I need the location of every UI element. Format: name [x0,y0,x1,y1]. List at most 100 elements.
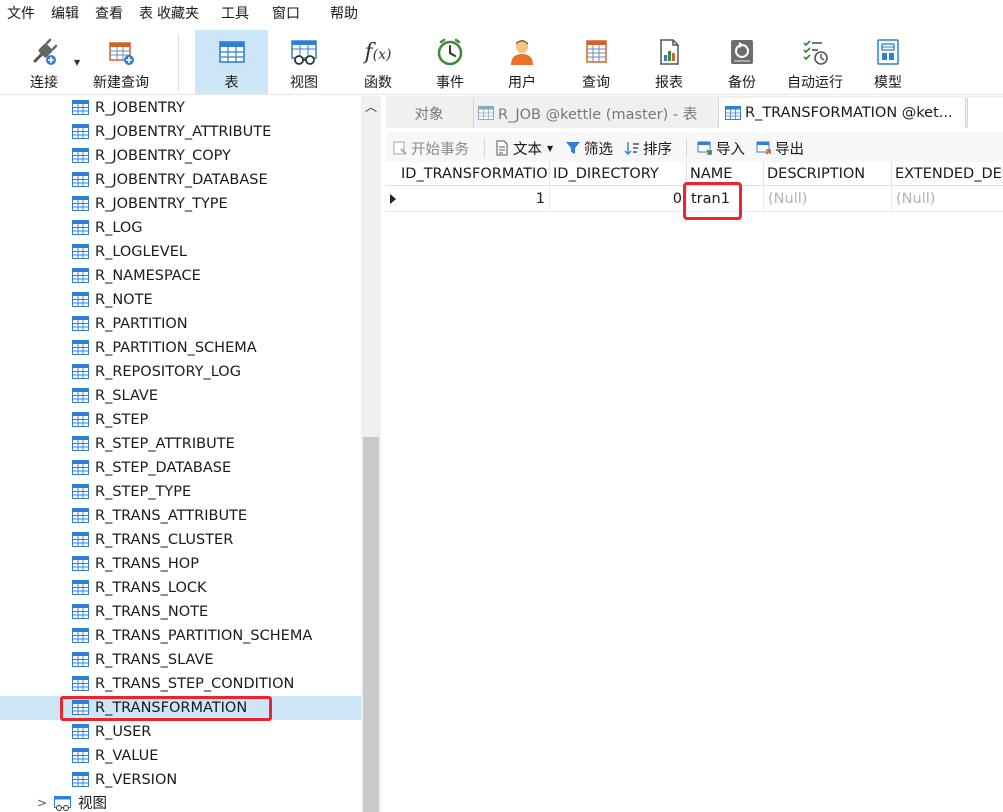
grid-cell[interactable]: 1 [398,186,550,212]
export-button[interactable]: 导出 [756,137,804,159]
chevron-down-icon[interactable]: ▼ [547,144,553,153]
menu-favorites[interactable]: 收藏夹 [155,0,213,28]
grid-cell[interactable]: (Null) [764,186,892,212]
event-button[interactable]: 事件 [422,30,478,94]
menu-window[interactable]: 窗口 [264,0,322,28]
tab-overflow[interactable] [967,98,1003,128]
object-tree[interactable]: R_JOBENTRY R_JOBENTRY_ATTRIBUTE R_JOBENTRY… [0,96,361,812]
tree-item-table[interactable]: R_PARTITION_SCHEMA [0,336,361,360]
report-button[interactable]: 报表 [641,30,697,94]
menu-tools[interactable]: 工具 [213,0,264,28]
tree-item-table[interactable]: R_VALUE [0,744,361,768]
connect-dropdown-icon[interactable]: ▼ [74,58,80,67]
chevron-right-icon[interactable]: > [37,796,47,810]
model-label: 模型 [874,75,902,91]
menu-table[interactable]: 表 [131,0,155,28]
data-grid[interactable]: ID_TRANSFORMATION ID_DIRECTORY NAME DESC… [386,162,1003,812]
document-icon [496,140,508,156]
column-header[interactable]: DESCRIPTION [764,162,892,186]
import-button[interactable]: 导入 [697,137,745,159]
menu-file[interactable]: 文件 [0,0,43,28]
user-icon [506,36,538,68]
tree-item-table[interactable]: R_SLAVE [0,384,361,408]
query-button[interactable]: 查询 [568,30,624,94]
connect-button[interactable]: 连接 [16,30,72,94]
column-header[interactable]: EXTENDED_DESCRIPTION [892,162,1003,186]
tree-item-label: R_TRANS_PARTITION_SCHEMA [95,628,313,644]
tree-item-table[interactable]: R_TRANS_SLAVE [0,648,361,672]
report-icon [653,36,685,68]
tree-item-table[interactable]: R_TRANS_LOCK [0,576,361,600]
new-query-button[interactable]: 新建查询 [88,30,154,94]
tab-bar: 对象 R_JOB @kettle (master) - 表 R_TRANSFOR… [386,96,1003,128]
tree-item-table[interactable]: R_TRANS_ATTRIBUTE [0,504,361,528]
text-button[interactable]: 文本 ▼ [494,137,553,159]
clock-icon [434,36,466,68]
filter-button[interactable]: 筛选 [565,137,613,159]
main-toolbar: 连接 ▼ 新建查询 表 视图 f(x) 函数 事件 用户 查询 报表 备份 自动… [0,28,1003,95]
tree-item-label: R_NOTE [95,292,153,308]
model-button[interactable]: 模型 [860,30,916,94]
tree-scrollbar[interactable]: ︿ [361,96,381,812]
tree-item-label: R_JOBENTRY_DATABASE [95,172,268,188]
tab-r-job[interactable]: R_JOB @kettle (master) - 表 [473,98,717,128]
toolbar-separator [178,34,179,90]
tree-item-table[interactable]: R_TRANS_STEP_CONDITION [0,672,361,696]
tree-item-table[interactable]: R_USER [0,720,361,744]
connect-label: 连接 [30,75,58,91]
function-button[interactable]: f(x) 函数 [350,30,406,94]
grid-cell[interactable]: 0 [550,186,687,212]
tree-item-table[interactable]: R_TRANS_CLUSTER [0,528,361,552]
table-icon [72,292,89,307]
grid-cell[interactable]: (Null) [892,186,1003,212]
column-header[interactable]: ID_TRANSFORMATION [398,162,550,186]
tree-item-table[interactable]: R_STEP [0,408,361,432]
sort-button[interactable]: 排序 [624,137,672,159]
tree-item-table[interactable]: R_JOBENTRY_ATTRIBUTE [0,120,361,144]
tree-item-table[interactable]: R_JOBENTRY_DATABASE [0,168,361,192]
scrollbar-thumb[interactable] [363,437,379,812]
tree-item-table[interactable]: R_TRANS_PARTITION_SCHEMA [0,624,361,648]
tree-item-table[interactable]: R_LOG [0,216,361,240]
separator [484,138,485,158]
table-icon [72,196,89,211]
tree-item-table[interactable]: R_STEP_TYPE [0,480,361,504]
tree-item-label: R_TRANS_SLAVE [95,652,214,668]
table-sub-toolbar: 开始事务 文本 ▼ 筛选 排序 导入 导出 [386,132,1003,162]
tree-item-table[interactable]: R_STEP_DATABASE [0,456,361,480]
tree-node-views[interactable]: > 视图 [0,792,361,812]
tree-item-table[interactable]: R_VERSION [0,768,361,792]
menu-view[interactable]: 查看 [87,0,131,28]
tree-item-label: R_TRANS_HOP [95,556,199,572]
user-button[interactable]: 用户 [494,30,550,94]
tab-r-transformation-label: R_TRANSFORMATION @ket... [745,105,953,121]
tree-item-label: R_JOBENTRY_ATTRIBUTE [95,124,272,140]
auto-run-button[interactable]: 自动运行 [780,30,850,94]
table-icon [72,580,89,595]
tree-item-table[interactable]: R_JOBENTRY_TYPE [0,192,361,216]
tree-item-table[interactable]: R_PARTITION [0,312,361,336]
export-label: 导出 [775,141,804,158]
tree-item-label: R_STEP [95,412,149,428]
tree-item-table[interactable]: R_TRANSFORMATION [0,696,361,721]
column-header[interactable]: ID_DIRECTORY [550,162,687,186]
tree-item-table[interactable]: R_LOGLEVEL [0,240,361,264]
tree-item-table[interactable]: R_REPOSITORY_LOG [0,360,361,384]
backup-button[interactable]: 备份 [714,30,770,94]
tree-item-table[interactable]: R_NOTE [0,288,361,312]
tree-item-table[interactable]: R_NAMESPACE [0,264,361,288]
table-button[interactable]: 表 [195,30,268,94]
scroll-up-icon[interactable]: ︿ [365,98,377,115]
tree-item-table[interactable]: R_STEP_ATTRIBUTE [0,432,361,456]
menu-edit[interactable]: 编辑 [43,0,87,28]
tree-item-table[interactable]: R_JOBENTRY_COPY [0,144,361,168]
tab-r-transformation[interactable]: R_TRANSFORMATION @ket... [718,98,966,128]
view-button[interactable]: 视图 [276,30,332,94]
tree-item-table[interactable]: R_TRANS_NOTE [0,600,361,624]
tab-objects[interactable]: 对象 [386,98,472,128]
table-row[interactable]: 1 0 tran1 (Null) (Null) [386,182,1003,220]
menu-help[interactable]: 帮助 [322,0,366,28]
tree-item-table[interactable]: R_JOBENTRY [0,96,361,120]
begin-transaction-button[interactable]: 开始事务 [392,137,469,159]
tree-item-table[interactable]: R_TRANS_HOP [0,552,361,576]
